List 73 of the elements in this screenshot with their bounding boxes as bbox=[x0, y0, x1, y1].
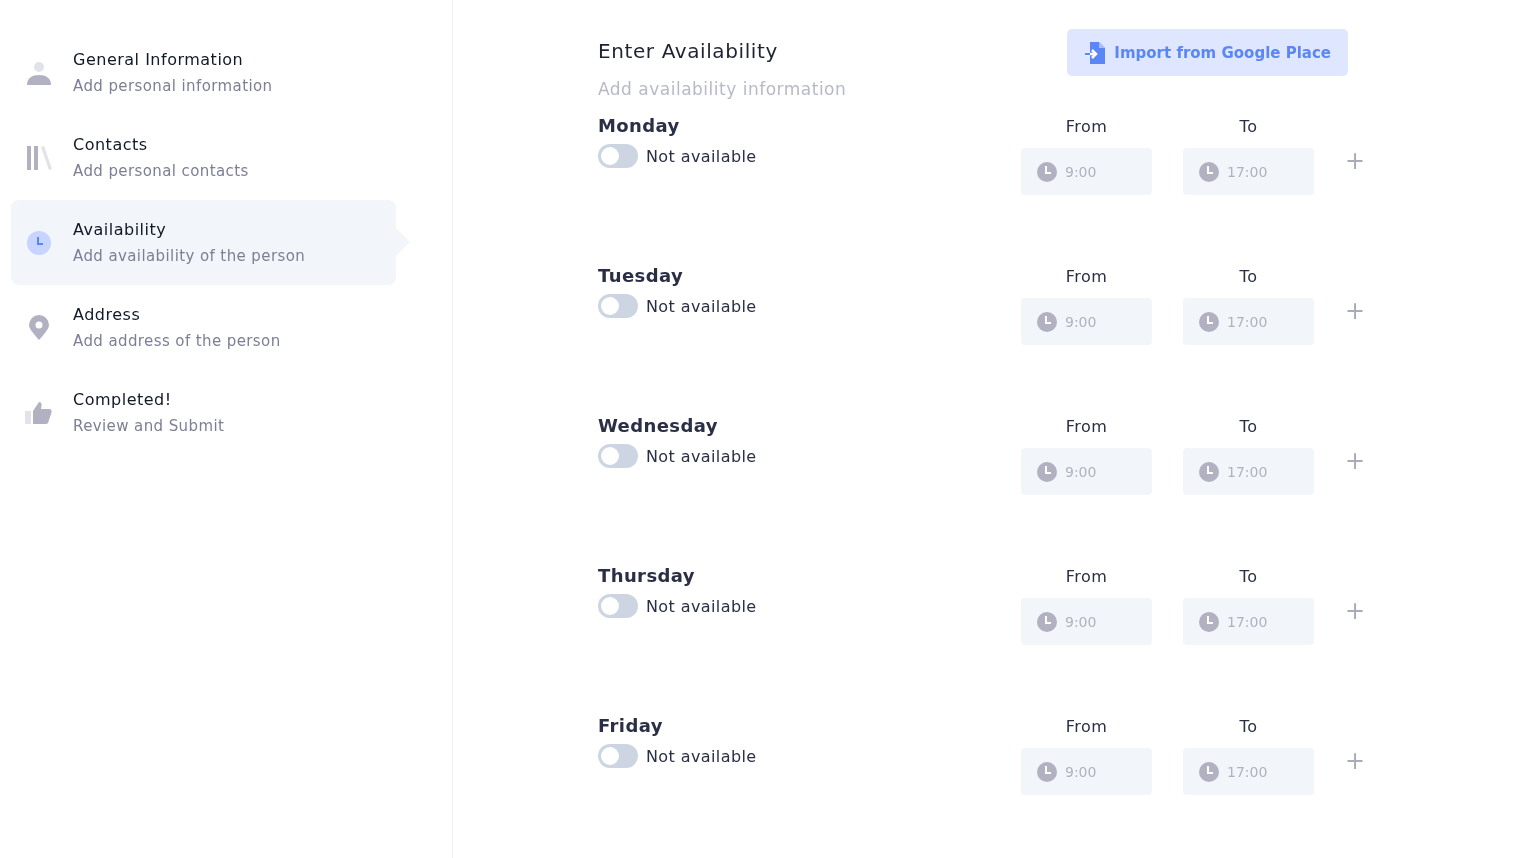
step-title: Contacts bbox=[73, 135, 149, 154]
step-subtitle: Add address of the person bbox=[73, 332, 281, 350]
clock-icon bbox=[1199, 461, 1219, 482]
clock-icon bbox=[1037, 761, 1057, 782]
from-time-field[interactable]: 9:00 bbox=[1021, 148, 1152, 195]
sidebar-item[interactable]: General Information Add personal information bbox=[11, 30, 396, 115]
books-icon bbox=[26, 144, 52, 171]
availability-status: Not available bbox=[646, 146, 757, 166]
sidebar-item[interactable]: Contacts Add personal contacts bbox=[11, 115, 396, 200]
page-subtitle: Add availability information bbox=[598, 79, 847, 99]
availability-status: Not available bbox=[646, 746, 757, 766]
clock-icon bbox=[1199, 311, 1219, 332]
to-label: To bbox=[1239, 117, 1258, 136]
thumbs-up-icon bbox=[25, 400, 53, 425]
day-name: Thursday bbox=[598, 565, 696, 586]
sidebar-item[interactable]: Address Add address of the person bbox=[11, 285, 396, 370]
to-label: To bbox=[1239, 567, 1258, 586]
step-title: General Information bbox=[73, 50, 245, 69]
clock-icon bbox=[1037, 461, 1057, 482]
from-time-field[interactable]: 9:00 bbox=[1021, 748, 1152, 795]
add-time-button[interactable]: + bbox=[1345, 297, 1363, 325]
to-time-field[interactable]: 17:00 bbox=[1183, 448, 1314, 495]
import-button[interactable]: Import from Google Place bbox=[1067, 29, 1348, 76]
from-label: From bbox=[1065, 267, 1108, 286]
to-time-field[interactable]: 17:00 bbox=[1183, 748, 1314, 795]
day-name: Wednesday bbox=[598, 415, 719, 436]
from-time-field[interactable]: 9:00 bbox=[1021, 298, 1152, 345]
clock-icon bbox=[1037, 311, 1057, 332]
day-name: Tuesday bbox=[598, 265, 685, 286]
step-title: Availability bbox=[73, 220, 168, 239]
clock-icon bbox=[1037, 611, 1057, 632]
clock-icon bbox=[1199, 611, 1219, 632]
day-name: Monday bbox=[598, 115, 681, 136]
availability-status: Not available bbox=[646, 446, 757, 466]
to-time-field[interactable]: 17:00 bbox=[1183, 298, 1314, 345]
clock-icon bbox=[1199, 761, 1219, 782]
availability-toggle[interactable] bbox=[598, 594, 638, 618]
availability-status: Not available bbox=[646, 596, 757, 616]
to-label: To bbox=[1239, 417, 1258, 436]
from-time-field[interactable]: 9:00 bbox=[1021, 598, 1152, 645]
availability-toggle[interactable] bbox=[598, 144, 638, 168]
step-subtitle: Add availability of the person bbox=[73, 247, 306, 265]
to-label: To bbox=[1239, 267, 1258, 286]
from-label: From bbox=[1065, 417, 1108, 436]
from-label: From bbox=[1065, 117, 1108, 136]
person-icon bbox=[26, 59, 52, 86]
file-import-icon bbox=[1084, 40, 1107, 65]
add-time-button[interactable]: + bbox=[1345, 147, 1363, 175]
location-pin-icon bbox=[28, 314, 50, 341]
from-label: From bbox=[1065, 717, 1108, 736]
clock-icon bbox=[1199, 161, 1219, 182]
availability-toggle[interactable] bbox=[598, 294, 638, 318]
to-label: To bbox=[1239, 717, 1258, 736]
availability-toggle[interactable] bbox=[598, 444, 638, 468]
from-label: From bbox=[1065, 567, 1108, 586]
add-time-button[interactable]: + bbox=[1345, 447, 1363, 475]
step-subtitle: Review and Submit bbox=[73, 417, 225, 435]
page-title: Enter Availability bbox=[598, 39, 779, 63]
add-time-button[interactable]: + bbox=[1345, 747, 1363, 775]
to-time-field[interactable]: 17:00 bbox=[1183, 598, 1314, 645]
availability-toggle[interactable] bbox=[598, 744, 638, 768]
from-time-field[interactable]: 9:00 bbox=[1021, 448, 1152, 495]
clock-icon bbox=[26, 229, 52, 256]
day-name: Friday bbox=[598, 715, 664, 736]
clock-icon bbox=[1037, 161, 1057, 182]
availability-status: Not available bbox=[646, 296, 757, 316]
step-title: Address bbox=[73, 305, 142, 324]
to-time-field[interactable]: 17:00 bbox=[1183, 148, 1314, 195]
sidebar-item[interactable]: Completed! Review and Submit bbox=[11, 370, 396, 455]
step-subtitle: Add personal information bbox=[73, 77, 273, 95]
add-time-button[interactable]: + bbox=[1345, 597, 1363, 625]
step-subtitle: Add personal contacts bbox=[73, 162, 249, 180]
step-title: Completed! bbox=[73, 390, 173, 409]
